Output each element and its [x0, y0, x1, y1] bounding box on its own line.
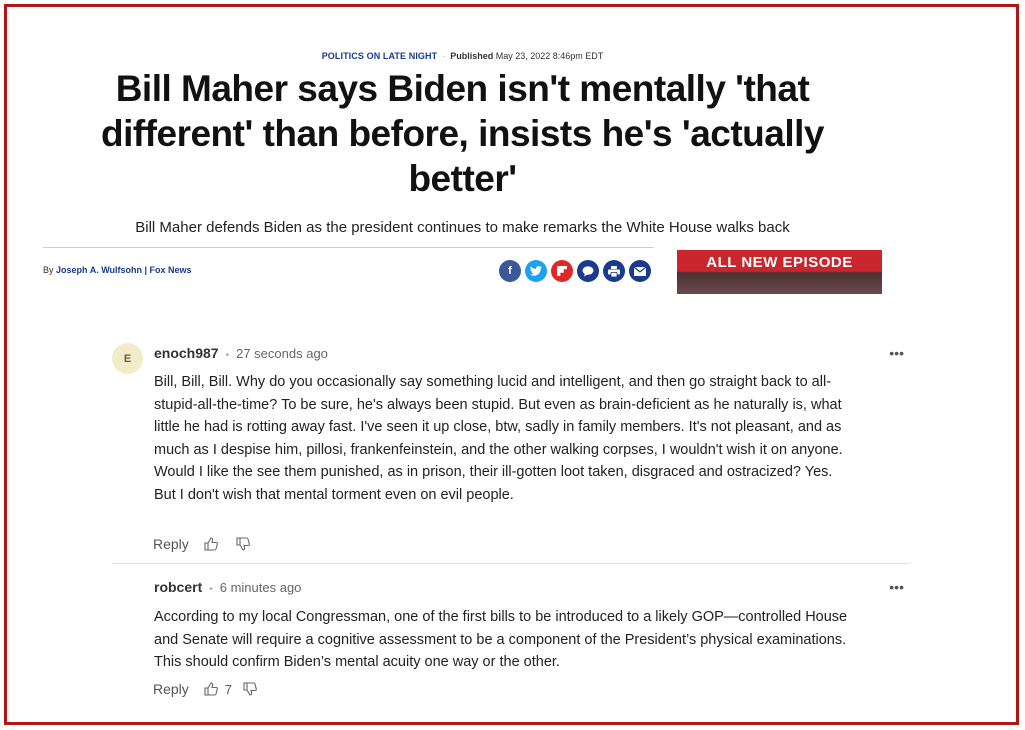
byline: By Joseph A. Wulfsohn | Fox News	[43, 265, 192, 275]
thumbs-up-icon[interactable]	[203, 536, 219, 552]
twitter-icon[interactable]	[525, 260, 547, 282]
comment-actions: Reply 7	[153, 681, 258, 697]
comment-icon[interactable]	[577, 260, 599, 282]
comment-body: According to my local Congressman, one o…	[154, 609, 848, 670]
comment-item: E enoch987 • 27 seconds ago ••• Bill, Bill…	[112, 343, 909, 558]
article-meta: POLITICS ON LATE NIGHT · Published May 23,…	[0, 51, 925, 61]
comment-body: Bill, Bill, Bill. Why do you occasionall…	[154, 374, 843, 503]
header-separator: •	[225, 350, 230, 361]
comment-divider	[112, 563, 909, 564]
email-icon[interactable]	[629, 260, 651, 282]
thumbs-up-icon[interactable]	[203, 681, 219, 697]
thumbs-down-icon[interactable]	[242, 681, 258, 697]
comment-timestamp: 27 seconds ago	[236, 346, 328, 361]
print-icon[interactable]	[603, 260, 625, 282]
category-link[interactable]: POLITICS ON LATE NIGHT	[322, 51, 438, 61]
thumbs-down-icon[interactable]	[235, 536, 251, 552]
more-options-icon[interactable]: •••	[889, 579, 904, 595]
share-bar: f	[499, 260, 651, 282]
avatar[interactable]: E	[112, 343, 143, 374]
facebook-icon[interactable]: f	[499, 260, 521, 282]
more-options-icon[interactable]: •••	[889, 345, 904, 361]
comment-header: enoch987 • 27 seconds ago	[154, 345, 328, 361]
reply-button[interactable]: Reply	[153, 681, 189, 697]
comment-item: robcert • 6 minutes ago ••• According to m…	[112, 577, 909, 707]
header-separator: •	[209, 584, 213, 595]
comment-username[interactable]: robcert	[154, 579, 202, 595]
article-subheadline: Bill Maher defends Biden as the presiden…	[135, 219, 790, 236]
published-date: May 23, 2022 8:46pm EDT	[495, 51, 604, 61]
comment-timestamp: 6 minutes ago	[219, 580, 302, 595]
published-label: Published	[450, 51, 494, 61]
header-divider	[43, 247, 654, 248]
reply-button[interactable]: Reply	[153, 536, 189, 552]
comment-actions: Reply	[153, 536, 251, 552]
comment-username[interactable]: enoch987	[154, 345, 219, 361]
ad-text: ALL NEW EPISODE	[706, 254, 853, 271]
article-headline: Bill Maher says Biden isn't mentally 'th…	[100, 68, 825, 199]
ad-banner[interactable]: ALL NEW EPISODE	[677, 250, 882, 294]
author-link[interactable]: Joseph A. Wulfsohn | Fox News	[56, 265, 192, 275]
like-count: 7	[224, 681, 233, 697]
comment-header: robcert • 6 minutes ago	[154, 579, 301, 595]
meta-separator: ·	[442, 51, 446, 61]
flipboard-icon[interactable]	[551, 260, 573, 282]
byline-prefix: By	[43, 265, 54, 275]
